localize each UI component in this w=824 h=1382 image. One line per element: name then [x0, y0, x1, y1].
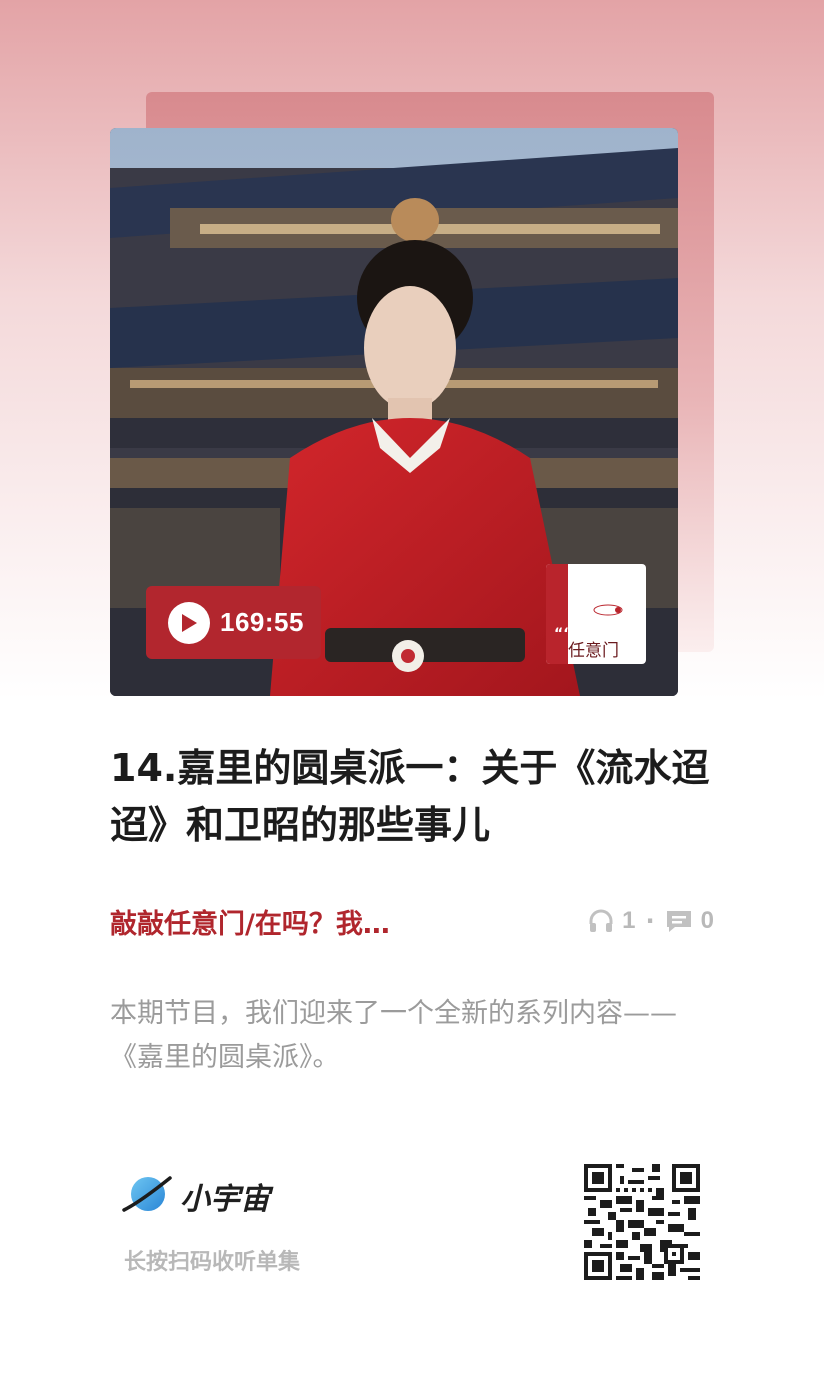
episode-duration: 169:55: [220, 607, 304, 637]
qr-code[interactable]: [584, 1164, 700, 1280]
episode-meta: 敲敲任意门/在吗？我… 1 · 0: [110, 898, 714, 944]
play-icon: [168, 601, 210, 644]
comment-icon: [665, 908, 693, 934]
play-duration-button[interactable]: 169:55: [146, 586, 321, 659]
comment-count: 0: [700, 907, 714, 934]
brand-name: 小宇宙: [180, 1182, 270, 1217]
episode-title: 14.嘉里的圆桌派一：关于《流水迢迢》和卫昭的那些事儿: [110, 746, 710, 847]
listen-count: 1: [622, 907, 636, 934]
stats-separator: ·: [645, 907, 655, 935]
brand-logo: 小宇宙: [120, 1172, 270, 1220]
podcast-name-link[interactable]: 敲敲任意门/在吗？我…: [110, 902, 390, 941]
episode-stats: 1 · 0: [588, 907, 714, 935]
share-card: 169:55 ““ 任意门 14.嘉里的圆桌派一：关于《流水迢迢》和卫昭的那些事…: [0, 0, 824, 1382]
scan-hint: 长按扫码收听单集: [124, 1250, 301, 1275]
thumbnail-title: 任意门: [568, 641, 619, 661]
podcast-thumbnail[interactable]: ““ 任意门: [546, 564, 646, 664]
episode-description: 本期节目，我们迎来了一个全新的系列内容——《嘉里的圆桌派》。: [110, 998, 677, 1073]
headphones-icon: [588, 908, 614, 934]
planet-icon: [120, 1172, 172, 1220]
